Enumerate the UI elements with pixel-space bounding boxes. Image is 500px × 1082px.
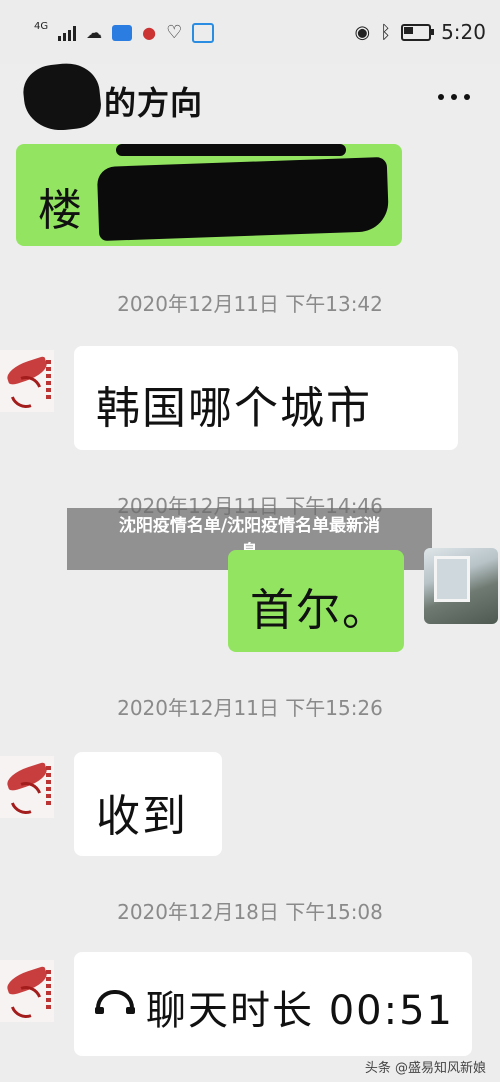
status-time: 5:20 [441, 20, 486, 44]
message-bubble-outgoing[interactable]: 首尔。 [228, 550, 404, 652]
message-text: 首尔。 [250, 585, 388, 636]
heart-icon: ♡ [166, 22, 183, 43]
timestamp: 2020年12月11日 下午13:42 [117, 292, 383, 316]
status-right: ◉ ᛒ 5:20 [355, 20, 486, 44]
message-text: 楼 [38, 185, 84, 236]
message-text: 韩国哪个城市 [96, 383, 372, 434]
status-left: 4G ☁ ● ♡ [34, 21, 215, 43]
message-text: 收到 [96, 791, 188, 842]
watermark: 头条 @盛易知风新娘 [364, 1061, 486, 1076]
battery-icon [401, 23, 435, 41]
signal-icon [58, 25, 77, 41]
chat-title: 的方向 [104, 84, 204, 122]
user-avatar[interactable] [424, 548, 498, 624]
banner-line: 沈阳疫情名单/沈阳疫情名单最新消 [118, 516, 381, 536]
contact-avatar[interactable] [0, 756, 54, 818]
timestamp: 2020年12月18日 下午15:08 [117, 900, 383, 924]
app-icon [112, 24, 133, 41]
wechat-icon: ☁ [86, 23, 103, 42]
message-bubble-incoming[interactable]: 收到 [74, 752, 222, 856]
contact-name-redaction [20, 60, 104, 134]
redaction-mark [96, 156, 390, 242]
eye-icon: ◉ [354, 21, 371, 43]
contact-avatar[interactable] [0, 350, 54, 412]
photo-icon [192, 22, 215, 43]
message-bubble-outgoing[interactable]: 楼 [16, 144, 402, 246]
bluetooth-icon: ᛒ [380, 21, 392, 43]
chat-header: 的方向 [0, 60, 500, 134]
contact-avatar[interactable] [0, 960, 54, 1022]
status-bar: 4G ☁ ● ♡ ◉ ᛒ 5:20 [0, 0, 500, 64]
timestamp: 2020年12月11日 下午15:26 [117, 696, 383, 720]
call-duration-text: 聊天时长 00:51 [146, 988, 454, 1034]
location-pin-icon: ● [142, 23, 157, 42]
network-label: 4G [34, 21, 49, 32]
more-icon[interactable] [438, 94, 470, 100]
message-bubble-incoming[interactable]: 韩国哪个城市 [74, 346, 458, 450]
redaction-mark [116, 144, 346, 156]
